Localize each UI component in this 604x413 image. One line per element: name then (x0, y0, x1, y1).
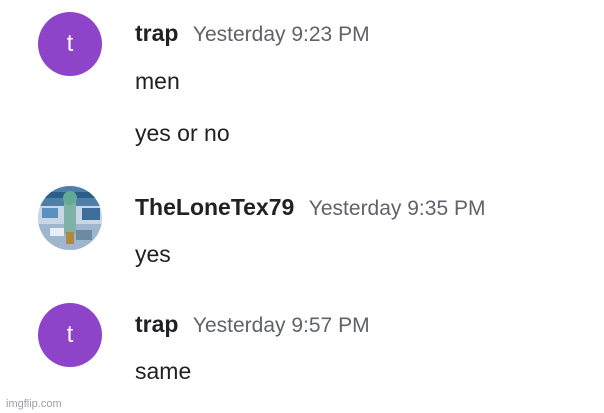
message-text: men (135, 68, 180, 94)
author-name[interactable]: trap (135, 20, 178, 46)
message-text: yes (135, 241, 171, 267)
profile-photo-icon (38, 186, 102, 250)
timestamp: Yesterday 9:57 PM (192, 314, 370, 337)
timestamp: Yesterday 9:35 PM (308, 197, 486, 220)
timestamp: Yesterday 9:23 PM (192, 23, 370, 46)
message-header: TheLoneTex79 Yesterday 9:35 PM (135, 194, 485, 221)
author-name[interactable]: TheLoneTex79 (135, 194, 294, 220)
avatar-letter: t (66, 321, 74, 348)
watermark: imgflip.com (6, 398, 62, 410)
avatar-letter: t (66, 30, 74, 57)
author-name[interactable]: trap (135, 311, 178, 337)
avatar[interactable] (38, 186, 102, 250)
message-header: trap Yesterday 9:23 PM (135, 20, 370, 47)
avatar[interactable]: t (38, 12, 102, 76)
message-text: same (135, 358, 192, 384)
message-header: trap Yesterday 9:57 PM (135, 311, 370, 338)
message-text: yes or no (135, 120, 230, 146)
chat-message-list: t trap Yesterday 9:23 PM men yes or no T… (0, 0, 604, 413)
avatar[interactable]: t (38, 303, 102, 367)
